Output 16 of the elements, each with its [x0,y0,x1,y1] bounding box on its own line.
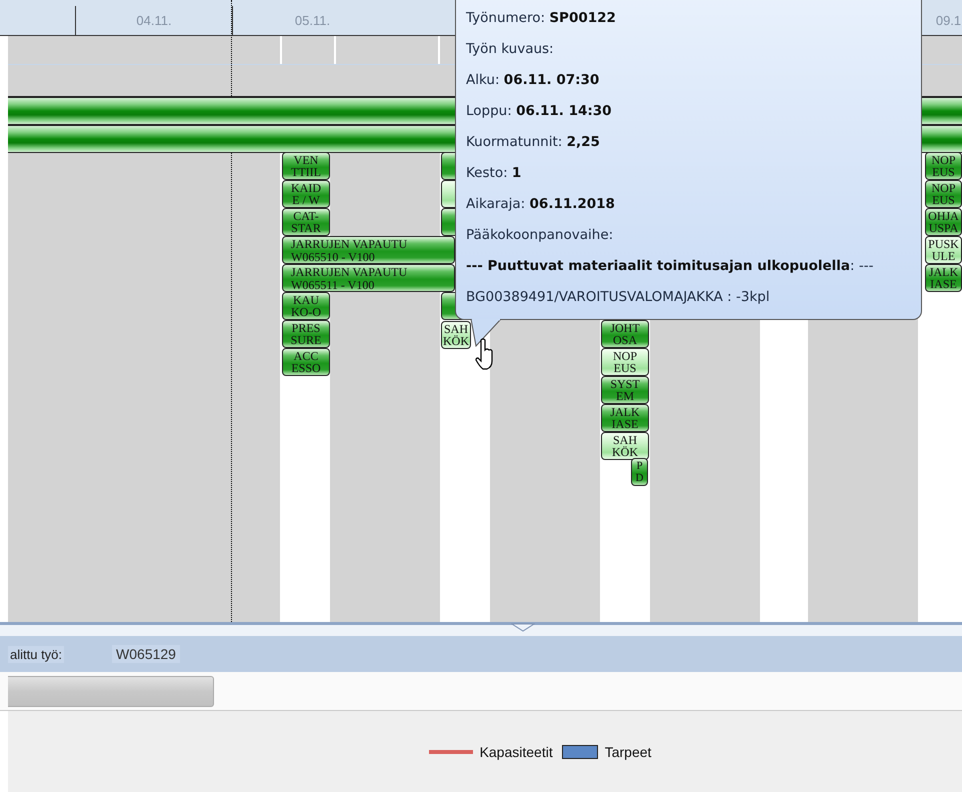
tooltip-line: Kuormatunnit: 2,25 [466,133,601,152]
legend-label: Kapasiteetit [480,744,553,760]
date-header: 05.11. [232,6,392,35]
selected-work-label: alittu työ: [8,646,64,662]
tooltip-line: Aikaraja: 06.11.2018 [466,195,616,214]
tooltip-line: Pääkokoonpanovaihe: [466,226,614,245]
tooltip-line: --- Puuttuvat materiaalit toimitusajan ulkopuolella: --- [466,257,875,276]
tooltip-line: Työnumero: SP00122 [466,9,617,28]
tooltip-line: Työn kuvaus: [466,40,555,59]
tooltip-line: Kesto: 1 [466,164,522,183]
tooltip-line: Alku: 06.11. 07:30 [466,71,600,90]
tooltip-line: Loppu: 06.11. 14:30 [466,102,613,121]
date-header: 04.11. [75,6,232,35]
selected-work-value: W065129 [112,645,180,663]
tooltip-line: BG00389491/VAROITUSVALOMAJAKKA : -3kpl [466,288,771,307]
legend-label: Tarpeet [604,744,652,760]
